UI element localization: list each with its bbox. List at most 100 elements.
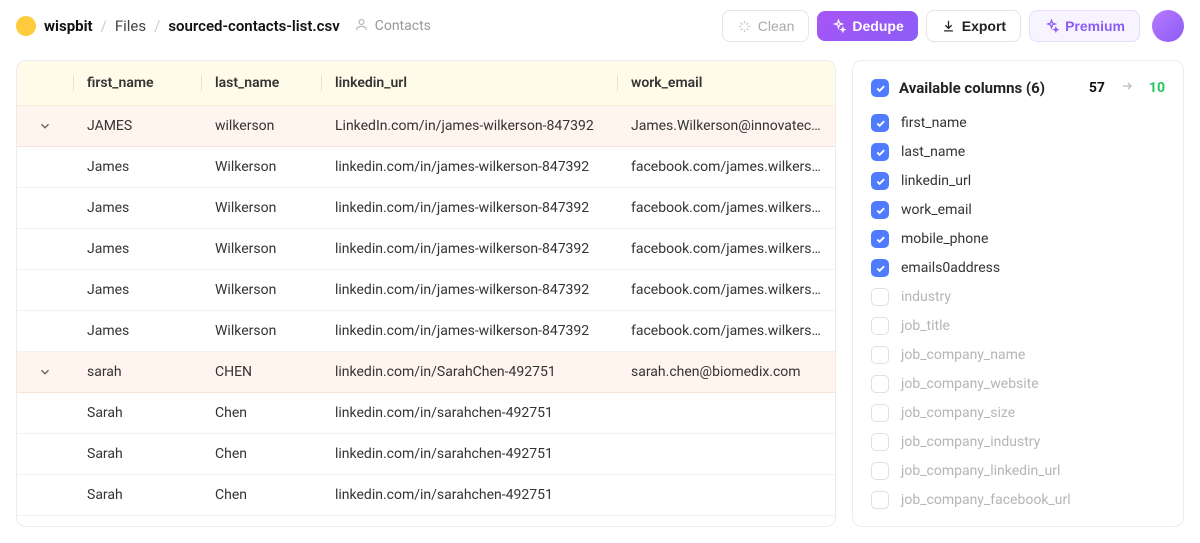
- count-after: 10: [1149, 80, 1165, 96]
- column-checkbox[interactable]: [871, 491, 889, 509]
- table-row[interactable]: JamesWilkersonlinkedin.com/in/james-wilk…: [17, 147, 835, 188]
- column-header-work-email[interactable]: work_email: [617, 61, 835, 105]
- cell-linkedin-url: linkedin.com/in/james-wilkerson-847392: [321, 188, 617, 228]
- subtype-pill: Contacts: [354, 17, 431, 36]
- premium-button[interactable]: Premium: [1029, 10, 1140, 42]
- column-toggle-item[interactable]: first_name: [871, 111, 1165, 135]
- column-checklist: first_name last_name linkedin_url work_emai…: [853, 111, 1183, 512]
- column-header-linkedin-url[interactable]: linkedin_url: [321, 61, 617, 105]
- column-label: job_title: [901, 318, 950, 334]
- expand-toggle: [17, 483, 73, 507]
- table-row[interactable]: JamesWilkersonlinkedin.com/in/james-wilk…: [17, 229, 835, 270]
- breadcrumb-filename[interactable]: sourced-contacts-list.csv: [168, 17, 339, 35]
- column-toggle-item[interactable]: job_company_industry: [871, 430, 1165, 454]
- column-checkbox[interactable]: [871, 259, 889, 277]
- subtype-label: Contacts: [375, 18, 431, 34]
- cell-work-email: James.Wilkerson@innovatech.com: [617, 106, 835, 146]
- clean-label: Clean: [758, 18, 795, 34]
- cell-first-name: James: [73, 229, 201, 269]
- column-label: first_name: [901, 115, 967, 131]
- column-toggle-item[interactable]: job_title: [871, 314, 1165, 338]
- cell-last-name: Wilkerson: [201, 147, 321, 187]
- column-checkbox[interactable]: [871, 375, 889, 393]
- column-toggle-item[interactable]: job_company_linkedin_url: [871, 459, 1165, 483]
- cell-work-email: [617, 442, 835, 466]
- expand-toggle[interactable]: [17, 107, 73, 145]
- cell-linkedin-url: linkedin.com/in/SarahChen-492751: [321, 352, 617, 392]
- column-toggle-item[interactable]: work_email: [871, 198, 1165, 222]
- column-checkbox[interactable]: [871, 201, 889, 219]
- column-toggle-item[interactable]: industry: [871, 285, 1165, 309]
- cell-last-name: Chen: [201, 434, 321, 474]
- expand-toggle: [17, 278, 73, 302]
- chevron-down-icon: [38, 365, 52, 379]
- column-checkbox[interactable]: [871, 230, 889, 248]
- available-columns-panel: Available columns (6) 57 10 first_namela…: [852, 60, 1184, 527]
- cell-linkedin-url: linkedin.com/in/sarahchen-492751: [321, 434, 617, 474]
- cell-first-name: JAMES: [73, 106, 201, 146]
- cell-linkedin-url: linkedin.com/in/james-wilkerson-847392: [321, 270, 617, 310]
- column-checkbox[interactable]: [871, 143, 889, 161]
- dedupe-button[interactable]: Dedupe: [817, 11, 917, 41]
- table-row[interactable]: SarahChenlinkedin.com/in/sarahchen-49275…: [17, 434, 835, 475]
- cell-last-name: Wilkerson: [201, 188, 321, 228]
- column-checkbox[interactable]: [871, 288, 889, 306]
- available-columns-header: Available columns (6) 57 10: [853, 75, 1183, 109]
- column-checkbox[interactable]: [871, 114, 889, 132]
- column-toggle-item[interactable]: job_company_facebook_url: [871, 488, 1165, 512]
- table-row[interactable]: JamesWilkersonlinkedin.com/in/james-wilk…: [17, 188, 835, 229]
- expand-toggle: [17, 319, 73, 343]
- cell-linkedin-url: linkedin.com/in/sarahchen-492751: [321, 393, 617, 433]
- column-toggle-item[interactable]: job_company_website: [871, 372, 1165, 396]
- cell-last-name: CHEN: [201, 352, 321, 392]
- breadcrumb-separator: /: [154, 17, 160, 35]
- column-header-last-name[interactable]: last_name: [201, 61, 321, 105]
- expand-toggle: [17, 155, 73, 179]
- column-checkbox[interactable]: [871, 404, 889, 422]
- sparkle-icon: [1044, 19, 1059, 34]
- logo-icon: [16, 16, 36, 36]
- select-all-checkbox[interactable]: [871, 79, 889, 97]
- column-checkbox[interactable]: [871, 317, 889, 335]
- expand-toggle: [17, 401, 73, 425]
- column-checkbox[interactable]: [871, 433, 889, 451]
- column-label: linkedin_url: [901, 173, 971, 189]
- breadcrumb-separator: /: [101, 17, 107, 35]
- column-label: job_company_industry: [901, 434, 1040, 450]
- cell-last-name: Chen: [201, 475, 321, 515]
- topbar: wispbit / Files / sourced-contacts-list.…: [0, 0, 1200, 52]
- column-label: job_company_size: [901, 405, 1015, 421]
- cell-first-name: Sarah: [73, 393, 201, 433]
- column-toggle-item[interactable]: last_name: [871, 140, 1165, 164]
- count-before: 57: [1089, 80, 1105, 96]
- table-row[interactable]: SarahChenlinkedin.com/in/sarahchen-49275…: [17, 393, 835, 434]
- column-toggle-item[interactable]: emails0address: [871, 256, 1165, 280]
- table-row[interactable]: SarahChenlinkedin.com/in/sarahchen-49275…: [17, 475, 835, 516]
- premium-label: Premium: [1065, 18, 1125, 34]
- column-checkbox[interactable]: [871, 346, 889, 364]
- table-row[interactable]: sarahCHENlinkedin.com/in/SarahChen-49275…: [17, 352, 835, 393]
- cell-work-email: [617, 483, 835, 507]
- column-toggle-item[interactable]: job_company_size: [871, 401, 1165, 425]
- column-checkbox[interactable]: [871, 462, 889, 480]
- clean-button[interactable]: Clean: [722, 10, 810, 42]
- expand-toggle: [17, 237, 73, 261]
- cell-first-name: James: [73, 188, 201, 228]
- avatar[interactable]: [1152, 10, 1184, 42]
- column-toggle-item[interactable]: job_company_name: [871, 343, 1165, 367]
- cell-linkedin-url: LinkedIn.com/in/james-wilkerson-847392: [321, 106, 617, 146]
- column-header-first-name[interactable]: first_name: [73, 61, 201, 105]
- export-button[interactable]: Export: [926, 10, 1021, 42]
- table-row[interactable]: JAMESwilkersonLinkedIn.com/in/james-wilk…: [17, 106, 835, 147]
- table-row[interactable]: JamesWilkersonlinkedin.com/in/james-wilk…: [17, 311, 835, 352]
- column-checkbox[interactable]: [871, 172, 889, 190]
- expand-toggle[interactable]: [17, 353, 73, 391]
- column-label: last_name: [901, 144, 965, 160]
- download-icon: [941, 19, 956, 34]
- column-toggle-item[interactable]: linkedin_url: [871, 169, 1165, 193]
- table-row[interactable]: JamesWilkersonlinkedin.com/in/james-wilk…: [17, 270, 835, 311]
- column-toggle-item[interactable]: mobile_phone: [871, 227, 1165, 251]
- cell-work-email: facebook.com/james.wilkerson: [617, 229, 835, 269]
- breadcrumb-files[interactable]: Files: [115, 17, 146, 35]
- brand-name[interactable]: wispbit: [44, 17, 93, 35]
